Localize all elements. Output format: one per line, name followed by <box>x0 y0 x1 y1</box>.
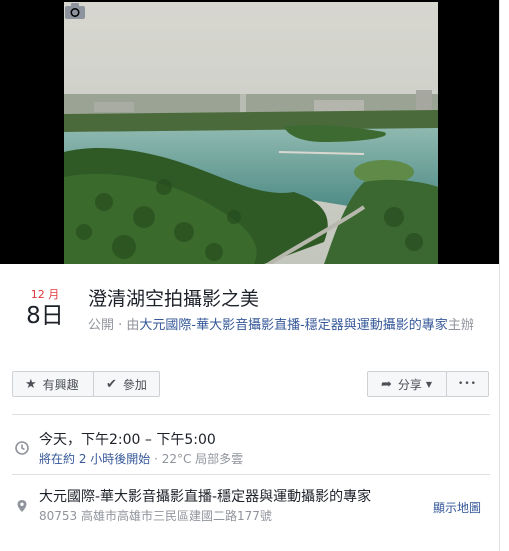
going-label: 參加 <box>122 377 147 392</box>
weather-info: · 22°C 局部多雲 <box>150 452 244 466</box>
more-button[interactable]: ••• <box>446 371 489 397</box>
divider-top <box>12 414 490 415</box>
share-button[interactable]: ➦ 分享 ▼ <box>367 371 447 397</box>
share-label: 分享 <box>397 377 422 392</box>
dropdown-icon: ▼ <box>425 379 433 389</box>
going-button[interactable]: ✔ 參加 <box>93 371 160 397</box>
privacy-label: 公開 <box>88 318 115 333</box>
check-icon: ✔ <box>106 376 117 392</box>
host-suffix: 主辦 <box>447 318 474 333</box>
location-name[interactable]: 大元國際-華大影音攝影直播-穩定器與運動攝影的專家 <box>39 488 371 506</box>
event-date: 12 月 8日 <box>22 288 68 330</box>
clock-icon <box>15 441 29 455</box>
event-time: 今天，下午2:00 – 下午5:00 <box>39 432 216 448</box>
interested-label: 有興趣 <box>42 377 79 392</box>
cover-photo[interactable] <box>0 0 499 264</box>
location-address: 80753 高雄市高雄市三民區建國二路177號 <box>39 509 272 523</box>
action-buttons: ★ 有興趣 ✔ 參加 ➦ 分享 ▼ ••• <box>12 371 490 399</box>
share-icon: ➦ <box>381 376 392 392</box>
host-link[interactable]: 大元國際-華大影音攝影直播-穩定器與運動攝影的專家 <box>139 318 447 333</box>
interested-button[interactable]: ★ 有興趣 <box>12 371 94 397</box>
star-icon: ★ <box>25 376 37 392</box>
event-time-detail: 將在約 2 小時後開始 · 22°C 局部多雲 <box>39 451 243 467</box>
pin-icon <box>17 500 27 512</box>
date-day: 8日 <box>26 303 64 329</box>
event-host-line: 公開 · 由大元國際-華大影音攝影直播-穩定器與運動攝影的專家主辦 <box>88 317 488 335</box>
camera-icon[interactable] <box>64 2 86 20</box>
starts-in: 將在約 2 小時後開始 <box>39 452 151 466</box>
by-prefix: · 由 <box>114 318 140 333</box>
event-card: 12 月 8日 澄清湖空拍攝影之美 公開 · 由大元國際-華大影音攝影直播-穩定… <box>0 0 500 551</box>
date-month: 12 月 <box>30 288 60 301</box>
show-map-link[interactable]: 顯示地圖 <box>433 499 481 516</box>
lake-aerial-photo <box>64 2 438 264</box>
event-title: 澄清湖空拍攝影之美 <box>88 288 260 310</box>
divider-middle <box>12 474 490 475</box>
